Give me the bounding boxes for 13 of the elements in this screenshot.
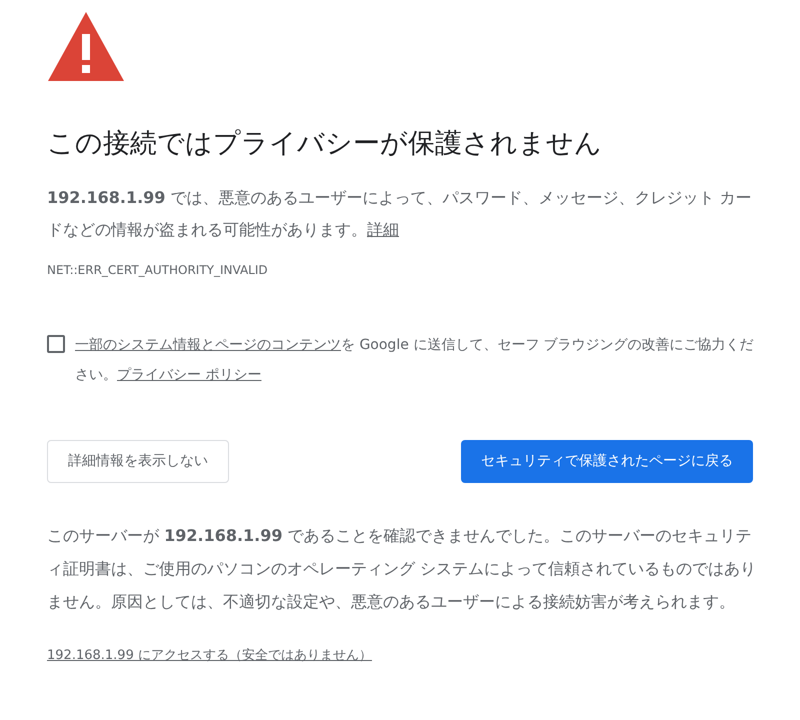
error-code: NET::ERR_CERT_AUTHORITY_INVALID	[47, 262, 269, 279]
details-link[interactable]: 詳細	[367, 220, 399, 239]
intro-text: 192.168.1.99 では、悪意のあるユーザーによって、パスワード、メッセージ、クレジット カードなどの情報が盗まれる可能性があります。詳細	[47, 187, 753, 241]
hide-details-button[interactable]: 詳細情報を表示しない	[47, 440, 229, 483]
page-title: この接続ではプライバシーが保護されません	[47, 127, 603, 161]
report-text: 一部のシステム情報とページのコンテンツ を Google に送信して、セーフ ブラウジングの改善にご協力ください。プライバシー ポリシー	[75, 336, 755, 385]
system-info-link[interactable]: 一部のシステム情報とページのコンテンツ	[75, 337, 341, 353]
privacy-policy-link[interactable]: プライバシー ポリシー	[117, 367, 262, 383]
warning-icon	[47, 10, 125, 82]
proceed-link[interactable]: 192.168.1.99 にアクセスする（安全ではありません）	[47, 648, 372, 663]
details-text: このサーバーが 192.168.1.99 であることを確認できませんでした。このサーバーのセキュリティ証明書は、ご使用のパソコンのオペレーティング システムによって信頼されているものではありません。原因としては、不適切な設定や、悪意のあるユーザーによる接続妨害が考えられます。	[47, 525, 757, 613]
report-checkbox[interactable]	[47, 335, 65, 353]
back-to-safety-button[interactable]: セキュリティで保護されたページに戻る	[461, 440, 753, 483]
